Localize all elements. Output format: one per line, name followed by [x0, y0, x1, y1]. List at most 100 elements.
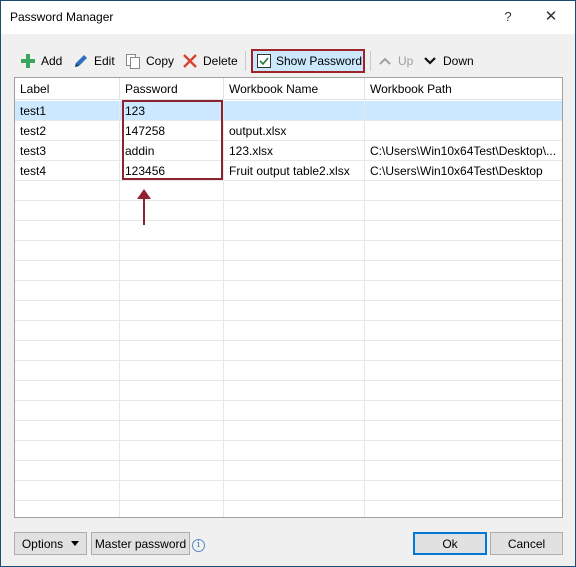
table-cell-password — [120, 381, 224, 401]
table-cell-path — [365, 261, 562, 281]
table-cell-label — [15, 261, 120, 281]
table-cell-label — [15, 281, 120, 301]
master-password-button[interactable]: Master password — [91, 532, 190, 555]
table-cell-path — [365, 481, 562, 501]
table-cell-password — [120, 501, 224, 517]
up-button[interactable]: Up — [377, 47, 413, 75]
table-cell-password — [120, 241, 224, 261]
table-cell-path — [365, 401, 562, 421]
empty-table-row — [15, 461, 562, 481]
delete-x-icon — [182, 53, 198, 69]
table-cell-password — [120, 301, 224, 321]
table-cell-password: 123 — [120, 101, 224, 121]
column-header-workbook-name[interactable]: Workbook Name — [224, 78, 365, 100]
window-title: Password Manager — [10, 10, 114, 24]
table-cell-workbook — [224, 261, 365, 281]
table-cell-password — [120, 341, 224, 361]
table-cell-workbook — [224, 401, 365, 421]
column-header-label[interactable]: Label — [15, 78, 120, 100]
options-dropdown-button[interactable]: Options — [14, 532, 87, 555]
table-row[interactable]: test3 addin 123.xlsx C:\Users\Win10x64Test\… — [15, 141, 562, 161]
edit-button[interactable]: Edit — [73, 47, 115, 75]
empty-table-row — [15, 201, 562, 221]
table-cell-label — [15, 481, 120, 501]
column-header-workbook-path[interactable]: Workbook Path — [365, 78, 562, 100]
table-cell-label — [15, 321, 120, 341]
table-row[interactable]: test2 147258 output.xlsx — [15, 121, 562, 141]
table-cell-workbook — [224, 221, 365, 241]
table-row[interactable]: test4 123456 Fruit output table2.xlsx C:\Us… — [15, 161, 562, 181]
table-cell-label — [15, 341, 120, 361]
cancel-button[interactable]: Cancel — [490, 532, 563, 555]
table-cell-path — [365, 441, 562, 461]
copy-label: Copy — [146, 54, 175, 68]
master-password-label: Master password — [94, 536, 187, 551]
empty-table-row — [15, 441, 562, 461]
table-cell-label — [15, 501, 120, 517]
table-cell-label — [15, 301, 120, 321]
show-password-toggle[interactable]: Show Password — [251, 49, 365, 73]
edit-label: Edit — [94, 54, 115, 68]
up-label: Up — [398, 54, 414, 68]
table-cell-workbook — [224, 441, 365, 461]
table-cell-path — [365, 501, 562, 517]
table-cell-label — [15, 201, 120, 221]
table-cell-path — [365, 101, 562, 121]
add-button[interactable]: Add — [20, 47, 62, 75]
table-cell-password — [120, 441, 224, 461]
table-row[interactable]: test1 123 — [15, 101, 562, 121]
info-icon[interactable]: i — [192, 539, 205, 552]
table-cell-label — [15, 421, 120, 441]
table-cell-path — [365, 361, 562, 381]
table-cell-path — [365, 221, 562, 241]
help-button[interactable]: ? — [497, 5, 519, 29]
table-cell-path — [365, 301, 562, 321]
table-cell-label — [15, 221, 120, 241]
table-cell-path — [365, 241, 562, 261]
empty-table-row — [15, 181, 562, 201]
close-button[interactable]: ✕ — [536, 4, 566, 30]
empty-table-row — [15, 281, 562, 301]
empty-table-row — [15, 301, 562, 321]
table-cell-workbook: Fruit output table2.xlsx — [224, 161, 365, 181]
empty-table-row — [15, 401, 562, 421]
empty-table-row — [15, 501, 562, 517]
chevron-up-icon — [377, 53, 393, 69]
table-cell-path: C:\Users\Win10x64Test\Desktop — [370, 164, 543, 178]
table-cell-workbook — [224, 181, 365, 201]
table-cell-label — [15, 241, 120, 261]
ok-button[interactable]: Ok — [413, 532, 487, 555]
table-cell-workbook — [224, 241, 365, 261]
table-cell-workbook: output.xlsx — [224, 121, 365, 141]
table-cell-password — [120, 481, 224, 501]
table-cell-password: 123456 — [120, 161, 224, 181]
down-label: Down — [443, 54, 474, 68]
table-cell-workbook — [224, 281, 365, 301]
delete-button[interactable]: Delete — [182, 47, 238, 75]
table-cell-workbook — [224, 381, 365, 401]
empty-table-row — [15, 321, 562, 341]
toolbar: Add Edit Copy Delete Show Password Up Do… — [14, 47, 563, 75]
table-cell-workbook — [224, 341, 365, 361]
table-cell-password — [120, 461, 224, 481]
table-cell-label: test4 — [15, 161, 120, 181]
down-button[interactable]: Down — [422, 47, 474, 75]
show-password-checkbox[interactable] — [257, 54, 271, 68]
table-cell-path — [365, 421, 562, 441]
table-cell-password — [120, 421, 224, 441]
table-cell-workbook — [224, 361, 365, 381]
copy-button[interactable]: Copy — [125, 47, 174, 75]
table-cell-path — [365, 281, 562, 301]
table-cell-password — [120, 401, 224, 421]
empty-table-row — [15, 261, 562, 281]
table-cell-password — [120, 361, 224, 381]
table-cell-label: test3 — [15, 141, 120, 161]
table-header: Label Password Workbook Name Workbook Pa… — [15, 78, 562, 100]
chevron-down-icon — [422, 53, 438, 69]
column-header-password[interactable]: Password — [120, 78, 224, 100]
password-manager-dialog: Password Manager ? ✕ Add Edit Copy Delet… — [0, 0, 576, 567]
toolbar-separator — [370, 51, 371, 71]
copy-icon — [125, 53, 141, 69]
empty-table-row — [15, 361, 562, 381]
table-cell-label — [15, 381, 120, 401]
